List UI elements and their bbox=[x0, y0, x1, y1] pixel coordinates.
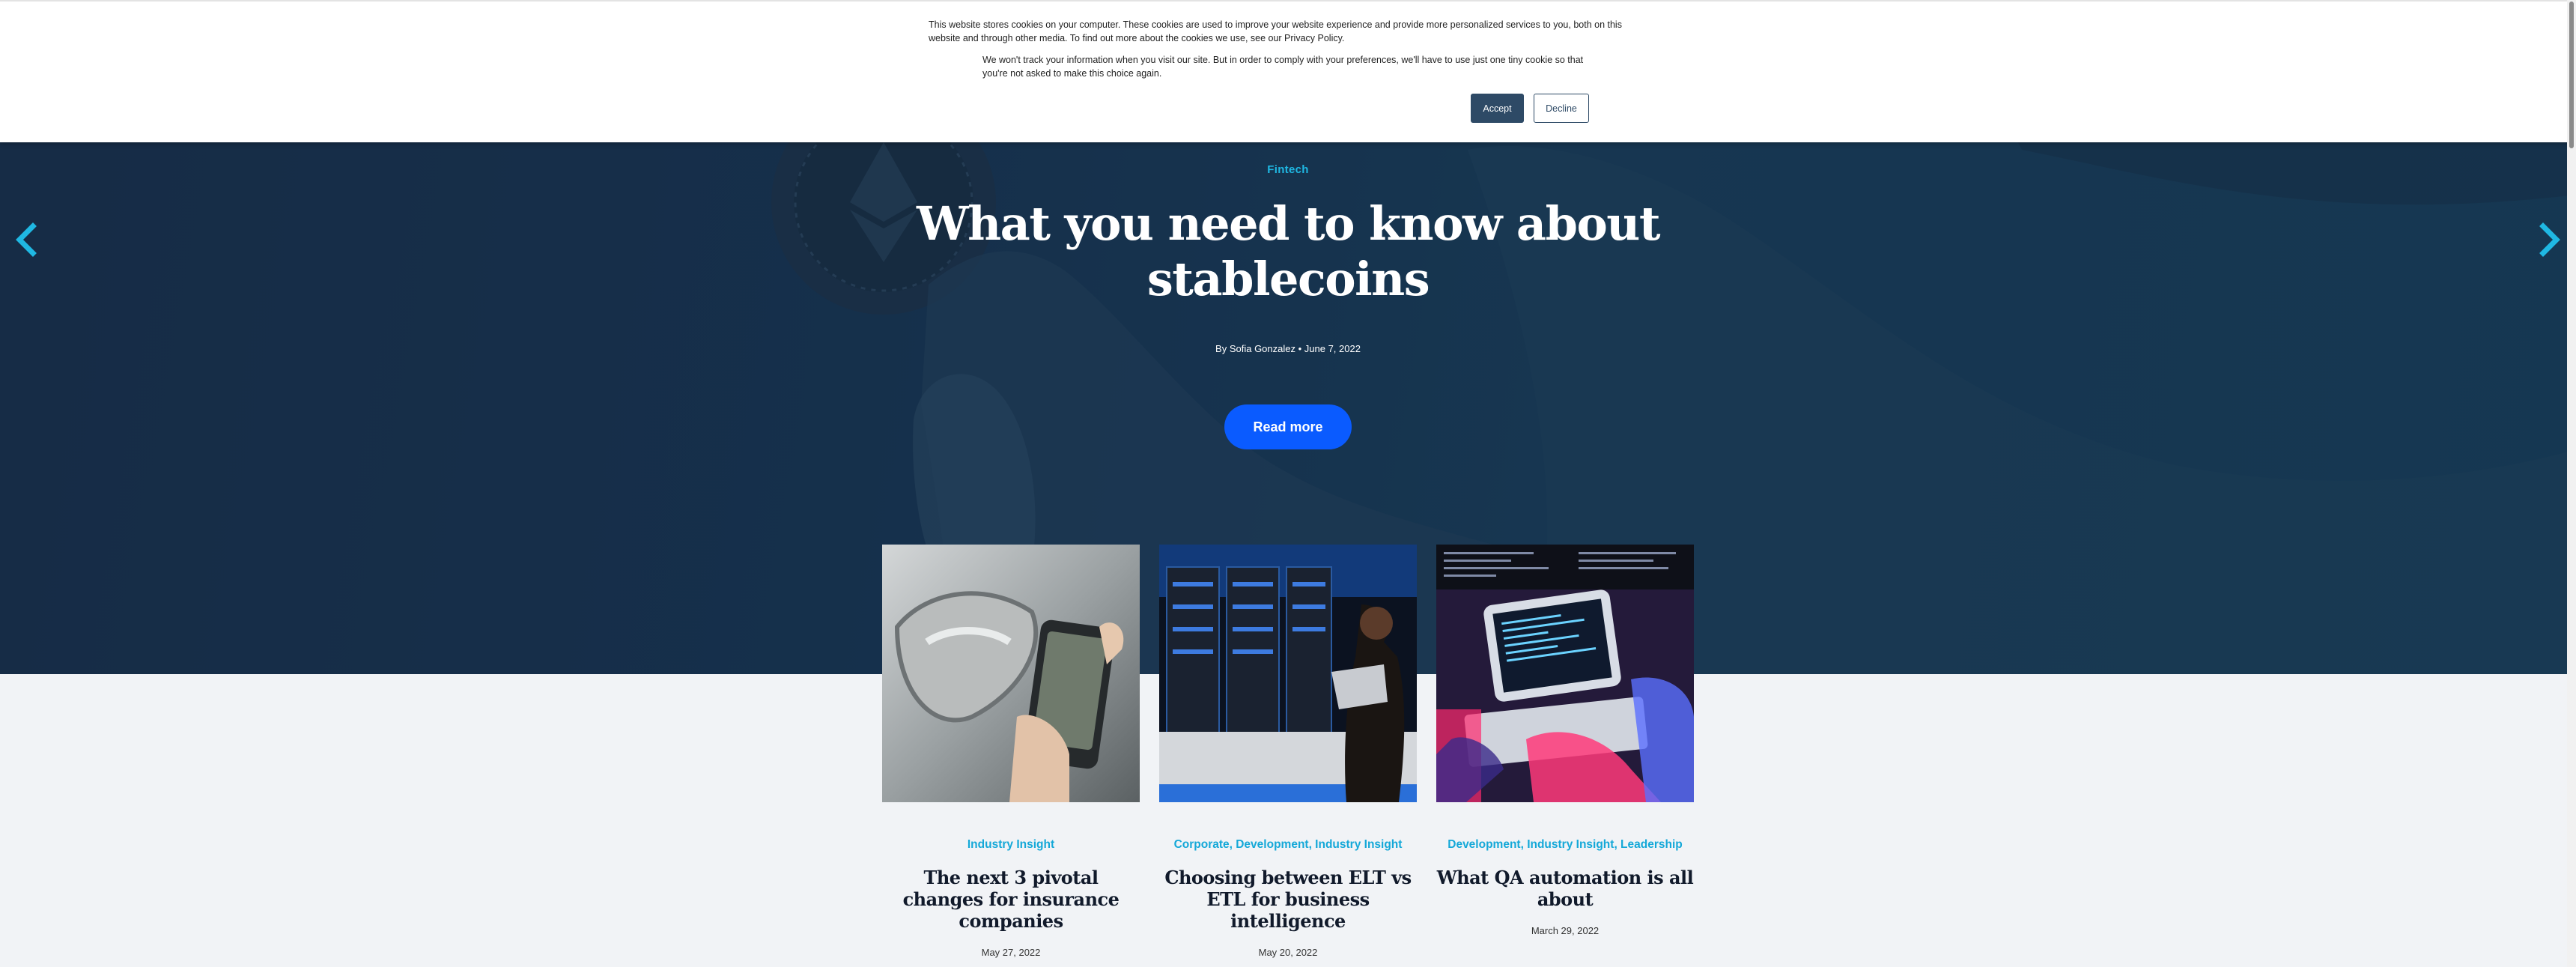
article-image-datacenter[interactable] bbox=[1159, 545, 1417, 802]
hero-title[interactable]: What you need to know about stablecoins bbox=[914, 196, 1662, 307]
hero-category-link[interactable]: Fintech bbox=[1101, 163, 1475, 176]
cookie-tracking-text: We won't track your information when you… bbox=[982, 55, 1584, 79]
article-image-qa-automation[interactable] bbox=[1436, 545, 1694, 802]
card-categories[interactable]: Corporate, Development, Industry Insight bbox=[1159, 838, 1417, 852]
cookie-banner: This website stores cookies on your comp… bbox=[0, 0, 2576, 142]
decline-cookies-button[interactable]: Decline bbox=[1534, 94, 1589, 123]
card-date: March 29, 2022 bbox=[1531, 925, 1600, 936]
chevron-left-icon bbox=[16, 222, 37, 257]
carousel-next-button[interactable] bbox=[2536, 222, 2566, 258]
card-title[interactable]: What QA automation is all about bbox=[1436, 867, 1694, 910]
chevron-right-icon bbox=[2539, 222, 2560, 257]
card-date: May 27, 2022 bbox=[981, 947, 1041, 958]
article-card[interactable]: Development, Industry Insight, Leadershi… bbox=[1436, 545, 1694, 936]
article-card[interactable]: Industry Insight The next 3 pivotal chan… bbox=[882, 545, 1140, 958]
page: Fintech What you need to know about stab… bbox=[0, 0, 2576, 967]
card-categories[interactable]: Industry Insight bbox=[882, 838, 1140, 852]
card-title[interactable]: Choosing between ELT vs ETL for business… bbox=[1159, 867, 1417, 932]
card-title[interactable]: The next 3 pivotal changes for insurance… bbox=[882, 867, 1140, 932]
read-more-button[interactable]: Read more bbox=[1224, 404, 1352, 449]
article-card[interactable]: Corporate, Development, Industry Insight… bbox=[1159, 545, 1417, 958]
card-categories[interactable]: Development, Industry Insight, Leadershi… bbox=[1436, 838, 1694, 852]
scrollbar-thumb[interactable] bbox=[2569, 1, 2574, 148]
cookie-notice-text: This website stores cookies on your comp… bbox=[929, 19, 1622, 43]
accept-cookies-button[interactable]: Accept bbox=[1471, 94, 1524, 123]
hero-byline: By Sofia Gonzalez • June 7, 2022 bbox=[1215, 343, 1361, 354]
card-date: May 20, 2022 bbox=[1258, 947, 1318, 958]
carousel-prev-button[interactable] bbox=[10, 222, 40, 258]
article-image-insurance[interactable] bbox=[882, 545, 1140, 802]
